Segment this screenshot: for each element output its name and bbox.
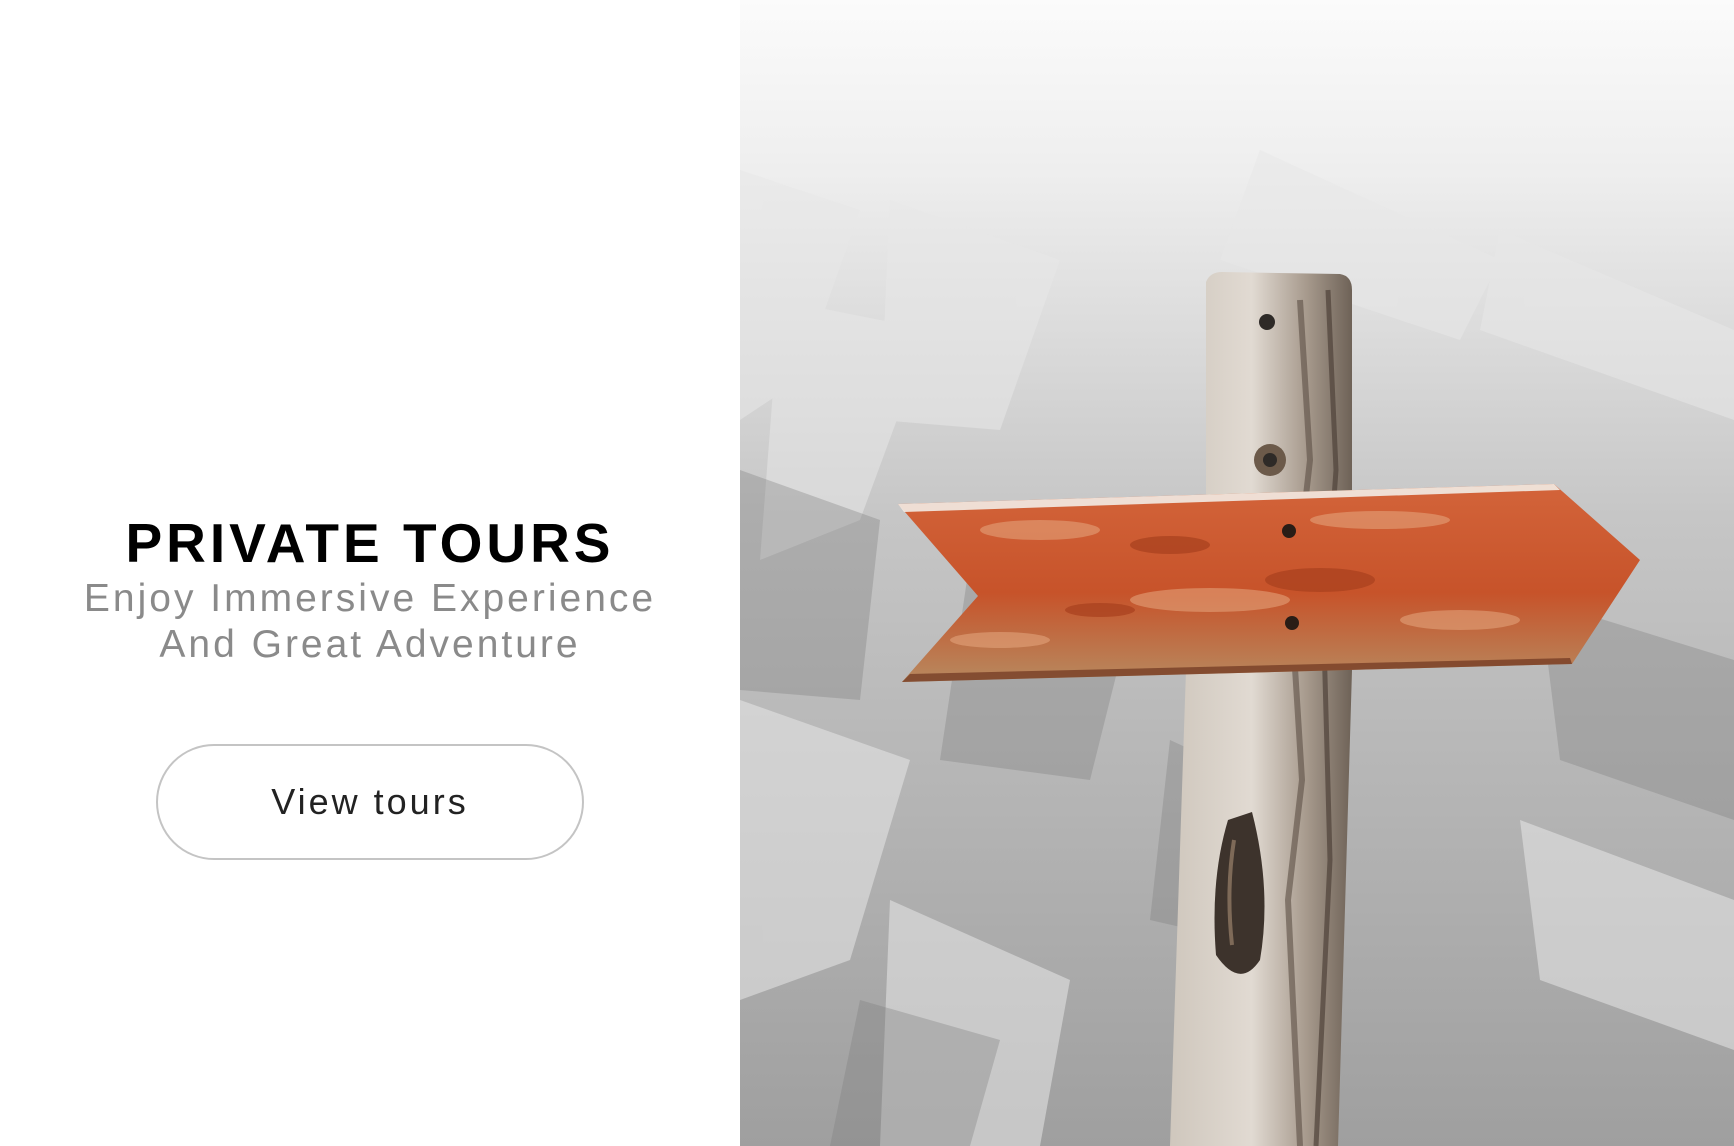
hero-subtitle: Enjoy Immersive Experience And Great Adv… — [84, 576, 656, 668]
view-tours-button[interactable]: View tours — [156, 744, 584, 860]
hero-subtitle-line-2: And Great Adventure — [159, 623, 581, 666]
signpost-photo — [740, 0, 1734, 1146]
hero-photo — [740, 0, 1734, 1146]
arrow-sign-icon — [898, 484, 1640, 682]
page-title: PRIVATE TOURS — [125, 512, 615, 574]
page: PRIVATE TOURS Enjoy Immersive Experience… — [0, 0, 1734, 1146]
hero-text-panel: PRIVATE TOURS Enjoy Immersive Experience… — [0, 0, 740, 1146]
hero-subtitle-line-1: Enjoy Immersive Experience — [83, 577, 657, 620]
